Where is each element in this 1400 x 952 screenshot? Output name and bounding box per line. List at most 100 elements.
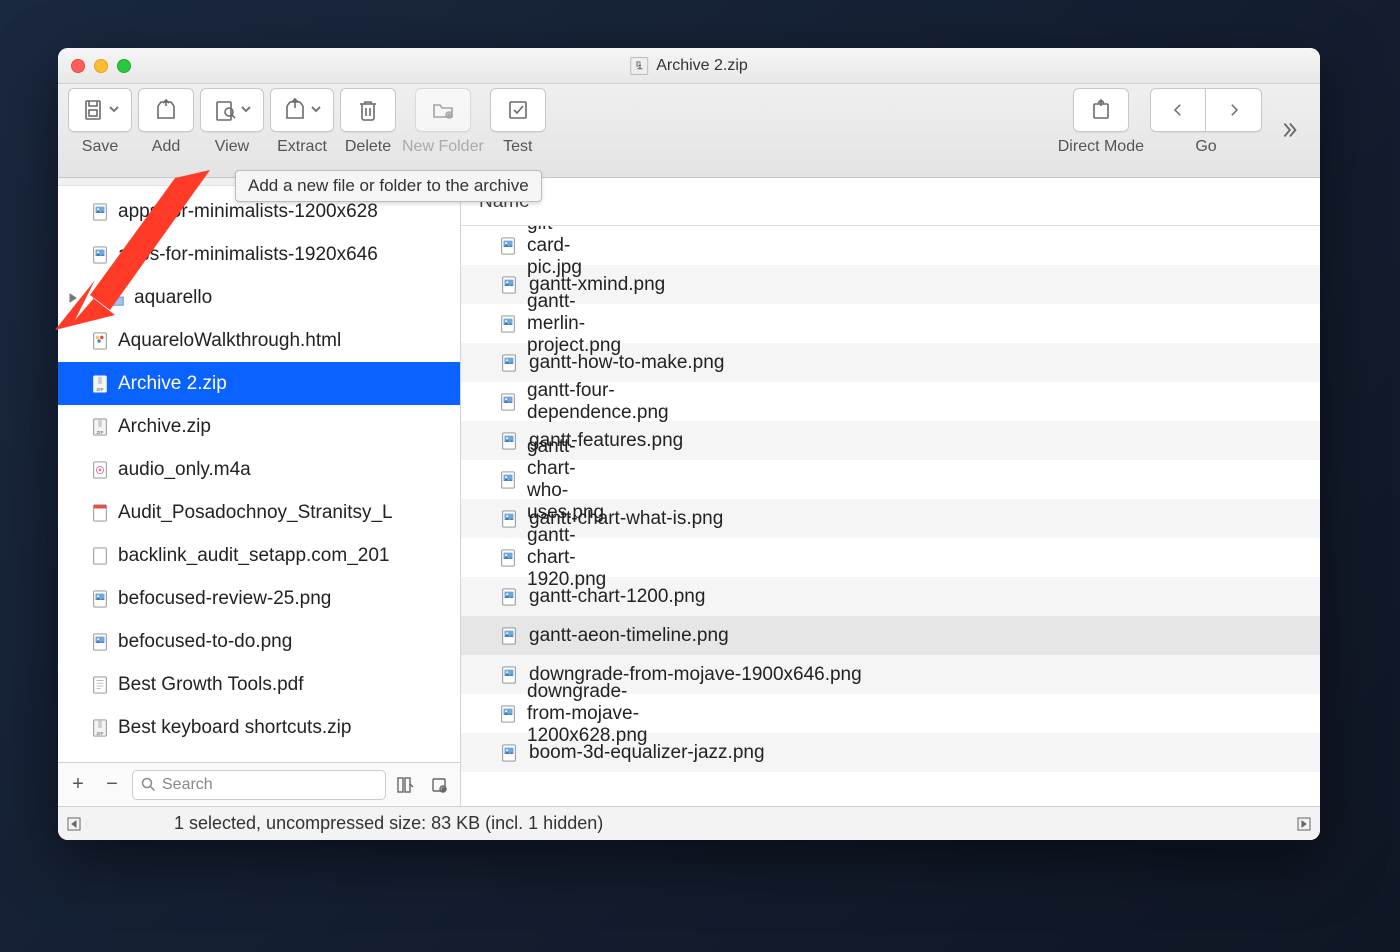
go-forward-button[interactable] — [1206, 88, 1262, 132]
window-title: 🗜 Archive 2.zip — [630, 57, 748, 75]
chevron-down-icon — [109, 101, 119, 119]
file-name: gantt-four-dependence.png — [527, 380, 669, 424]
trash-icon — [356, 98, 380, 122]
file-name: gantt-how-to-make.png — [529, 352, 724, 374]
title-text: Archive 2.zip — [656, 57, 748, 75]
delete-button[interactable] — [340, 88, 396, 132]
view-button[interactable] — [200, 88, 264, 132]
file-row[interactable]: gantt-merlin-project.png — [461, 304, 499, 343]
app-window: 🗜 Archive 2.zip Save Add — [58, 48, 1320, 840]
new-folder-label: New Folder — [402, 138, 484, 156]
sidebar-item-label: Audit_Posadochnoy_Stranitsy_L — [118, 502, 393, 524]
file-row[interactable]: gift-card-pic.jpg — [461, 226, 499, 265]
file-name: boom-3d-equalizer-jazz.png — [529, 742, 765, 764]
test-button[interactable] — [490, 88, 546, 132]
extract-button[interactable] — [270, 88, 334, 132]
file-icon — [90, 545, 110, 567]
file-icon — [499, 274, 519, 296]
add-icon — [154, 98, 178, 122]
extract-label: Extract — [277, 138, 327, 156]
file-row[interactable]: gantt-chart-who-uses.png — [461, 460, 499, 499]
view-icon — [213, 98, 237, 122]
file-name: gantt-chart-1920.png — [527, 525, 606, 591]
go-label: Go — [1195, 138, 1216, 156]
file-icon — [499, 469, 517, 491]
delete-label: Delete — [345, 138, 391, 156]
test-label: Test — [503, 138, 532, 156]
file-icon — [90, 631, 110, 653]
search-input[interactable]: Search — [132, 770, 386, 800]
save-button[interactable] — [68, 88, 132, 132]
save-label: Save — [82, 138, 118, 156]
sidebar-item-label: befocused-to-do.png — [118, 631, 292, 653]
sidebar-item-label: Best Growth Tools.pdf — [118, 674, 304, 696]
new-folder-button[interactable] — [415, 88, 471, 132]
toolbar-overflow-button[interactable] — [1268, 119, 1310, 146]
sidebar-item[interactable]: Best Growth Tools.pdf — [58, 663, 460, 706]
left-corner-icon[interactable] — [64, 814, 84, 834]
file-icon — [499, 508, 519, 530]
sidebar-item[interactable]: befocused-review-25.png — [58, 577, 460, 620]
file-icon: ZIP — [90, 373, 110, 395]
window-controls — [71, 59, 131, 73]
sidebar-item-label: Best keyboard shortcuts.zip — [118, 717, 351, 739]
preview-icon[interactable] — [426, 771, 454, 799]
file-icon — [499, 235, 517, 257]
file-row[interactable]: gantt-aeon-timeline.png — [461, 616, 1320, 655]
sidebar-item[interactable]: backlink_audit_setapp.com_201 — [58, 534, 460, 577]
sidebar-item[interactable]: ZIPArchive.zip — [58, 405, 460, 448]
content-area: apps-for-minimalists-1200x628apps-for-mi… — [58, 178, 1320, 806]
sidebar-item-label: backlink_audit_setapp.com_201 — [118, 545, 389, 567]
go-back-button[interactable] — [1150, 88, 1206, 132]
file-icon — [90, 588, 110, 610]
file-icon — [90, 459, 110, 481]
file-icon — [499, 703, 517, 725]
archive-icon: 🗜 — [630, 57, 648, 75]
file-icon — [499, 313, 517, 335]
add-label: Add — [152, 138, 180, 156]
extract-icon — [283, 98, 307, 122]
view-label: View — [215, 138, 249, 156]
add-button[interactable] — [138, 88, 194, 132]
chevron-down-icon — [241, 101, 251, 119]
file-row[interactable]: gantt-four-dependence.png — [461, 382, 499, 421]
search-placeholder: Search — [162, 776, 213, 794]
column-header-name[interactable]: Name — [461, 178, 1320, 226]
sidebar-item[interactable]: Audit_Posadochnoy_Stranitsy_L — [58, 491, 460, 534]
chevron-down-icon — [311, 101, 321, 119]
file-icon — [499, 352, 519, 374]
file-row[interactable]: gantt-chart-1920.png — [461, 538, 499, 577]
file-icon — [499, 430, 519, 452]
sidebar-item-label: audio_only.m4a — [118, 459, 251, 481]
zoom-icon[interactable] — [117, 59, 131, 73]
tooltip: Add a new file or folder to the archive — [235, 170, 542, 202]
file-name: gantt-chart-1200.png — [529, 586, 705, 608]
annotation-arrow — [55, 170, 235, 340]
sidebar-item[interactable]: befocused-to-do.png — [58, 620, 460, 663]
toolbar: Save Add View — [58, 84, 1320, 178]
file-name: gantt-aeon-timeline.png — [529, 625, 729, 647]
file-name: gift-card-pic.jpg — [527, 226, 582, 279]
sidebar-footer: + − Search — [58, 762, 460, 806]
sidebar-item-label: befocused-review-25.png — [118, 588, 331, 610]
file-icon — [499, 664, 519, 686]
columns-icon[interactable] — [392, 771, 420, 799]
file-list: gift-card-pic.jpg gantt-xmind.png gantt-… — [461, 226, 1320, 806]
add-item-button[interactable]: + — [64, 771, 92, 799]
minimize-icon[interactable] — [94, 59, 108, 73]
sidebar-item[interactable]: audio_only.m4a — [58, 448, 460, 491]
file-icon — [499, 742, 519, 764]
remove-item-button[interactable]: − — [98, 771, 126, 799]
file-icon — [90, 674, 110, 696]
file-icon: ZIP — [90, 717, 110, 739]
right-corner-icon[interactable] — [1294, 814, 1314, 834]
file-row[interactable]: downgrade-from-mojave-1200x628.png — [461, 694, 499, 733]
checkbox-icon — [506, 98, 530, 122]
sidebar-item[interactable]: ZIPArchive 2.zip — [58, 362, 460, 405]
sidebar-item[interactable]: ZIP Best keyboard shortcuts.zip — [58, 706, 460, 749]
file-icon — [90, 502, 110, 524]
close-icon[interactable] — [71, 59, 85, 73]
main-panel: Name gift-card-pic.jpg gantt-xmind.png g… — [461, 178, 1320, 806]
direct-mode-button[interactable] — [1073, 88, 1129, 132]
file-name: downgrade-from-mojave-1200x628.png — [527, 681, 647, 747]
